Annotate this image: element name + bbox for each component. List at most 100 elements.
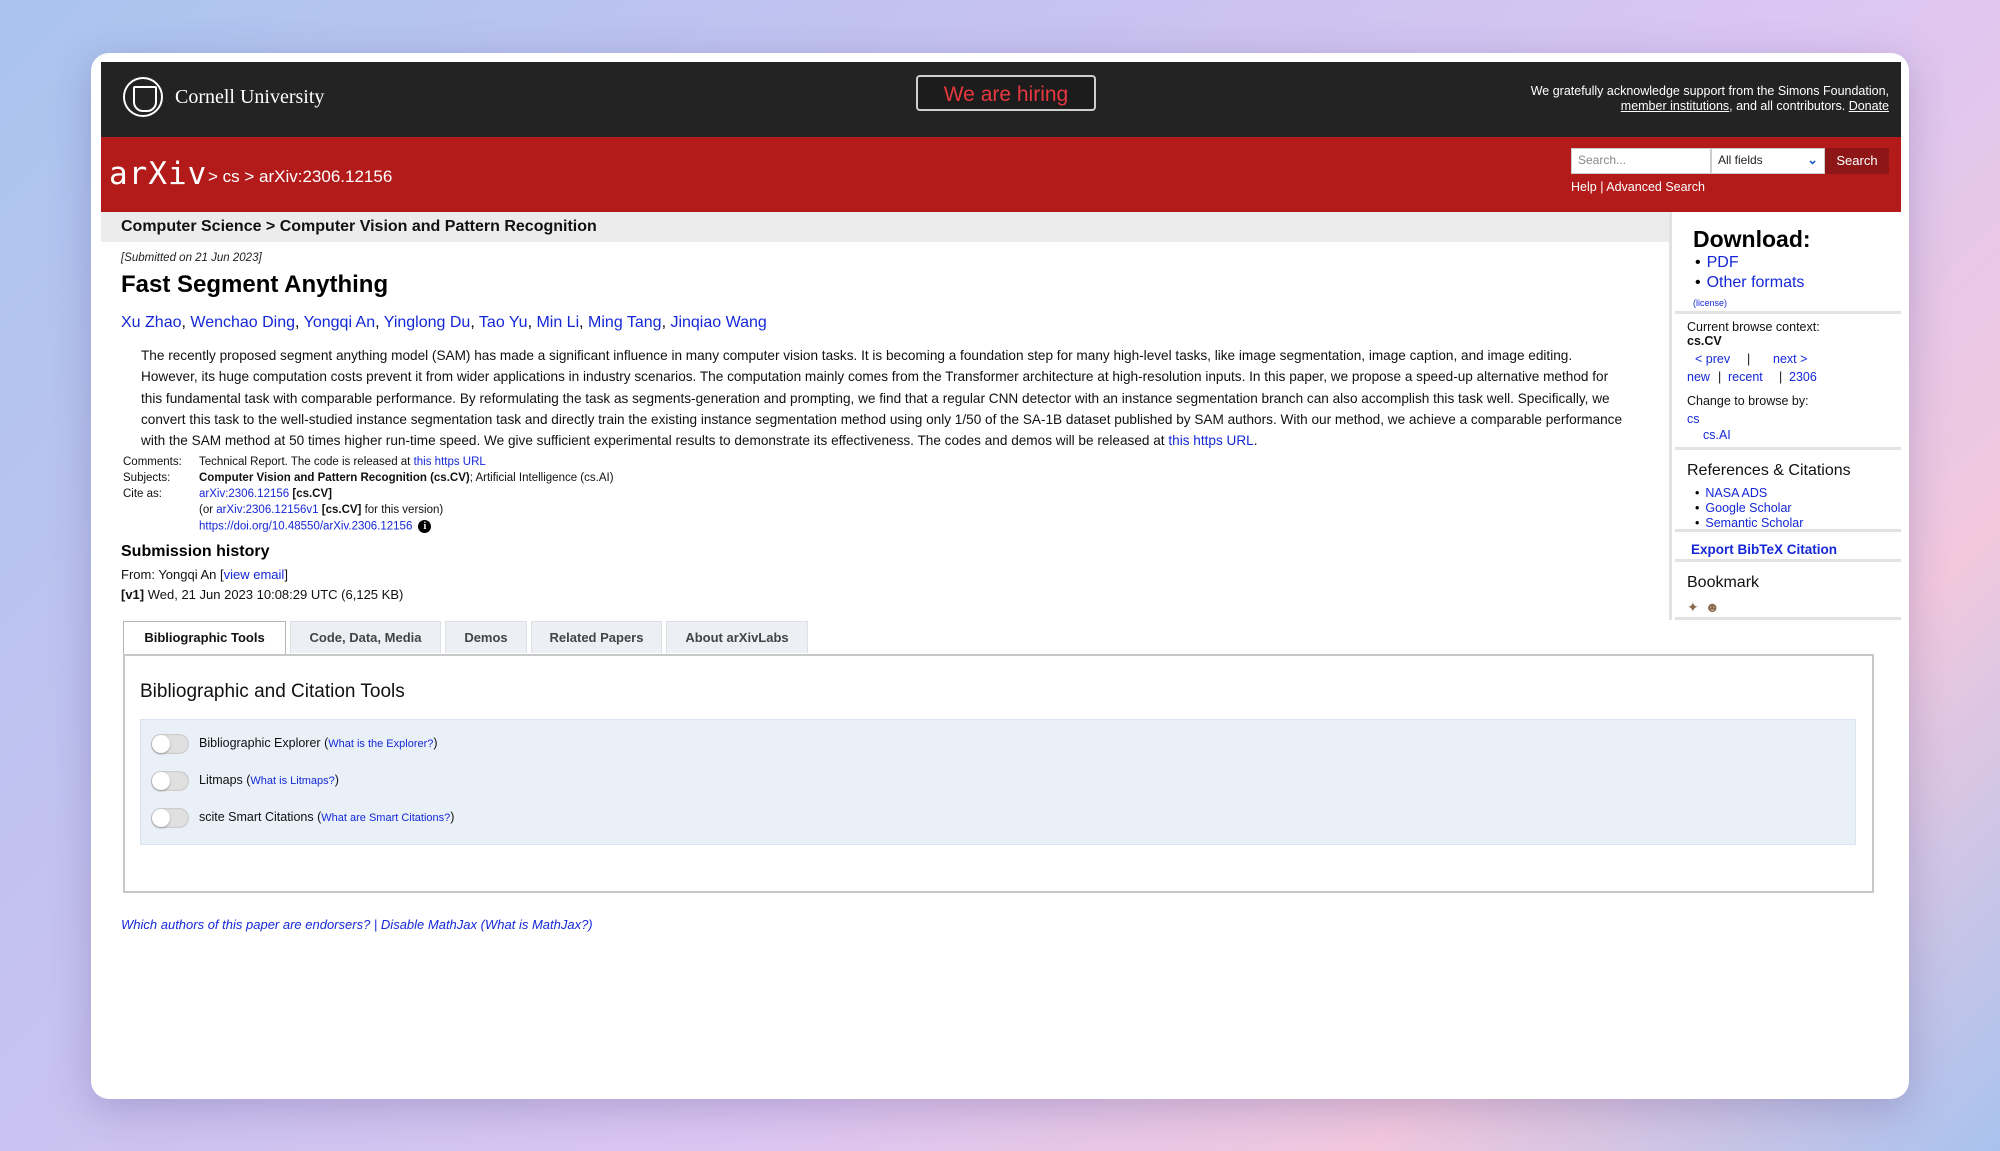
author-link[interactable]: Min Li: [536, 314, 579, 331]
support-acknowledgement: We gratefully acknowledge support from t…: [1469, 84, 1889, 114]
new-link[interactable]: new: [1687, 370, 1710, 384]
view-email-link[interactable]: view email: [224, 567, 285, 582]
author-link[interactable]: Xu Zhao: [121, 314, 181, 331]
litmaps-help-link[interactable]: What is Litmaps?: [250, 775, 334, 787]
browse-cs-ai-link[interactable]: cs.AI: [1703, 428, 1731, 442]
pdf-item: • PDF: [1695, 254, 1739, 271]
export-bibtex-link[interactable]: Export BibTeX Citation: [1691, 542, 1837, 557]
explorer-help-link[interactable]: What is the Explorer?: [328, 738, 433, 750]
search-button[interactable]: Search: [1825, 148, 1889, 174]
search-input[interactable]: Search...: [1571, 148, 1711, 174]
references-title: References & Citations: [1687, 462, 1851, 479]
cornell-seal-icon[interactable]: [123, 77, 163, 117]
nasa-ads-item: • NASA ADS: [1695, 486, 1768, 500]
search-field-select[interactable]: All fields ⌄: [1711, 148, 1825, 174]
doi-link[interactable]: https://doi.org/10.48550/arXiv.2306.1215…: [199, 521, 412, 533]
abstract: The recently proposed segment anything m…: [141, 345, 1626, 451]
cite-category: [cs.CV]: [292, 488, 332, 500]
bibliographic-explorer-label: Bibliographic Explorer (What is the Expl…: [199, 736, 438, 750]
mathjax-help-link[interactable]: (What is MathJax?): [481, 917, 593, 932]
author-link[interactable]: Tao Yu: [479, 314, 528, 331]
bibliographic-tools-panel: Bibliographic and Citation Tools Bibliog…: [123, 654, 1874, 893]
cornell-header: Cornell University We are hiring We grat…: [101, 62, 1901, 137]
subjects-value: Computer Vision and Pattern Recognition …: [199, 472, 614, 484]
tab-about-arxivlabs[interactable]: About arXivLabs: [666, 621, 808, 653]
abstract-url-link[interactable]: this https URL: [1168, 433, 1253, 448]
reddit-icon[interactable]: ☻: [1705, 599, 1721, 615]
scite-toggle[interactable]: [151, 808, 189, 828]
context-value: cs.CV: [1687, 334, 1722, 348]
endorsers-link[interactable]: Which authors of this paper are endorser…: [121, 917, 370, 932]
author-link[interactable]: Yinglong Du: [384, 314, 471, 331]
cite-version-prefix: (or: [199, 504, 217, 516]
tools-list: Bibliographic Explorer (What is the Expl…: [140, 719, 1856, 845]
help-link[interactable]: Help: [1571, 180, 1597, 194]
cornell-university-link[interactable]: Cornell University: [175, 86, 324, 109]
tab-code-data-media[interactable]: Code, Data, Media: [290, 621, 441, 653]
donate-link[interactable]: Donate: [1849, 99, 1889, 113]
author-link[interactable]: Jinqiao Wang: [670, 314, 766, 331]
footer-links: Which authors of this paper are endorser…: [121, 917, 593, 932]
google-scholar-item: • Google Scholar: [1695, 501, 1792, 515]
pdf-link[interactable]: PDF: [1707, 254, 1739, 271]
arxiv-logo[interactable]: arXiv: [109, 156, 207, 192]
bibliographic-explorer-toggle[interactable]: [151, 734, 189, 754]
scite-label: scite Smart Citations (What are Smart Ci…: [199, 810, 455, 824]
bibsonomy-icon[interactable]: ✦: [1687, 599, 1703, 615]
context-label: Current browse context:: [1687, 320, 1820, 334]
doi-value: https://doi.org/10.48550/arXiv.2306.1215…: [199, 520, 432, 533]
arxiv-nav-bar: arXiv > cs > arXiv:2306.12156 Search... …: [101, 137, 1901, 212]
cite-version-link[interactable]: arXiv:2306.12156v1: [216, 504, 318, 516]
other-formats-link[interactable]: Other formats: [1707, 274, 1805, 291]
google-scholar-link[interactable]: Google Scholar: [1705, 501, 1791, 515]
version-link[interactable]: [v1]: [121, 587, 144, 602]
cite-id-link[interactable]: arXiv:2306.12156: [199, 488, 289, 500]
advanced-search-link[interactable]: Advanced Search: [1606, 180, 1705, 194]
author-link[interactable]: Yongqi An: [304, 314, 375, 331]
info-icon[interactable]: i: [418, 520, 432, 533]
references-box: References & Citations • NASA ADS • Google…: [1675, 450, 1901, 532]
version-date: Wed, 21 Jun 2023 10:08:29 UTC (6,125 KB): [144, 587, 404, 602]
version-line: [v1] Wed, 21 Jun 2023 10:08:29 UTC (6,12…: [121, 587, 403, 602]
chevron-down-icon: ⌄: [1807, 152, 1818, 167]
abstract-end: .: [1253, 433, 1258, 449]
browse-context-box: Current browse context: cs.CV < prev | n…: [1675, 314, 1901, 450]
comments-value: Technical Report. The code is released a…: [199, 456, 486, 468]
author-link[interactable]: Ming Tang: [588, 314, 662, 331]
cite-value: arXiv:2306.12156 [cs.CV]: [199, 488, 332, 500]
recent-link[interactable]: recent: [1728, 370, 1763, 384]
semantic-scholar-link[interactable]: Semantic Scholar: [1705, 516, 1803, 530]
we-are-hiring-button[interactable]: We are hiring: [916, 75, 1096, 111]
month-link[interactable]: 2306: [1789, 370, 1817, 384]
license-link[interactable]: (license): [1693, 298, 1727, 308]
scite-help-link[interactable]: What are Smart Citations?: [321, 812, 450, 824]
comments-label: Comments:: [123, 456, 182, 468]
bibtex-box: Export BibTeX Citation: [1675, 532, 1901, 562]
litmaps-label: Litmaps (What is Litmaps?): [199, 773, 339, 787]
prev-link[interactable]: < prev: [1695, 352, 1730, 366]
tool-name: Litmaps: [199, 773, 243, 787]
submitter-suffix: ]: [284, 567, 288, 582]
other-formats-item: • Other formats: [1695, 274, 1805, 291]
cite-version-suffix: for this version): [361, 504, 444, 516]
next-link[interactable]: next >: [1773, 352, 1807, 366]
search-field-value: All fields: [1718, 153, 1763, 167]
browse-cs-link[interactable]: cs: [1687, 412, 1700, 426]
cite-version-category: [cs.CV]: [321, 504, 362, 516]
browser-window: Cornell University We are hiring We grat…: [91, 53, 1909, 1099]
abstract-text: The recently proposed segment anything m…: [141, 348, 1623, 449]
sidebar: Download: • PDF • Other formats (license) …: [1669, 212, 1901, 620]
tab-demos[interactable]: Demos: [445, 621, 527, 653]
comments-url-link[interactable]: this https URL: [414, 456, 486, 468]
separator: |: [1718, 370, 1722, 384]
change-browse-label: Change to browse by:: [1687, 394, 1809, 408]
nasa-ads-link[interactable]: NASA ADS: [1705, 486, 1767, 500]
litmaps-toggle[interactable]: [151, 771, 189, 791]
tab-related-papers[interactable]: Related Papers: [531, 621, 662, 653]
author-link[interactable]: Wenchao Ding: [190, 314, 295, 331]
secondary-subjects: ; Artificial Intelligence (cs.AI): [469, 472, 614, 484]
member-institutions-link[interactable]: member institutions: [1621, 99, 1729, 113]
disable-mathjax-link[interactable]: Disable MathJax: [381, 917, 477, 932]
breadcrumb[interactable]: > cs > arXiv:2306.12156: [208, 167, 392, 187]
tab-bibliographic-tools[interactable]: Bibliographic Tools: [123, 621, 286, 655]
